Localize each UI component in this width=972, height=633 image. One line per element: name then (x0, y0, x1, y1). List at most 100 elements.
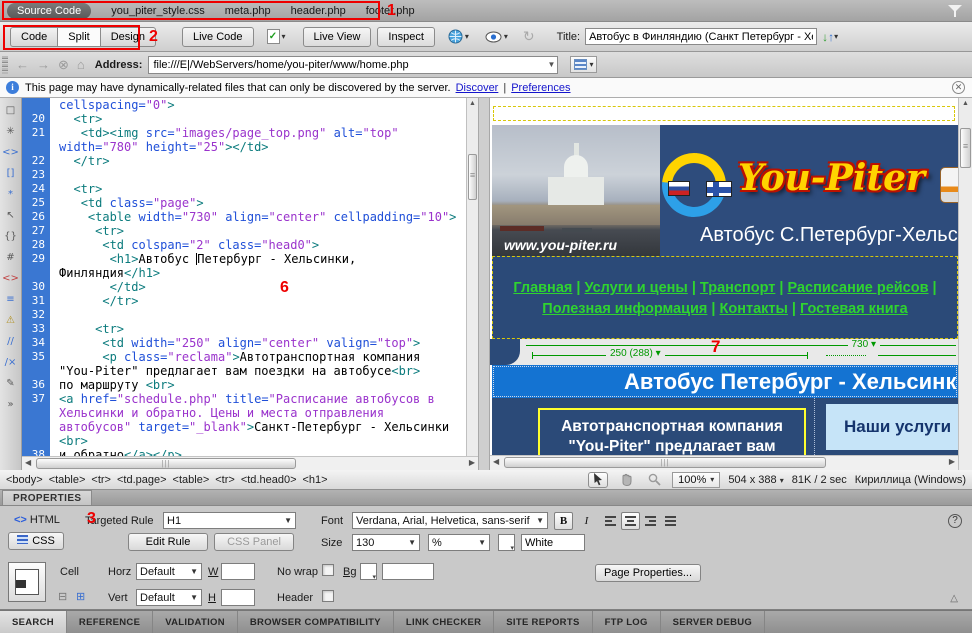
results-tab-site-reports[interactable]: SITE REPORTS (494, 611, 592, 633)
design-horizontal-scrollbar[interactable]: ◀ ▶ (490, 455, 958, 470)
code-line[interactable]: 38и обратно</a></p> (22, 448, 466, 456)
design-vertical-scrollbar[interactable]: ▲ (958, 98, 972, 470)
reclama-box[interactable]: Автотранспортная компания "You-Piter" пр… (538, 408, 806, 455)
results-tab-reference[interactable]: REFERENCE (67, 611, 153, 633)
code-line[interactable]: 27 <tr> (22, 224, 466, 238)
word-wrap-icon[interactable]: ≡ (2, 292, 20, 307)
scroll-up-icon[interactable]: ▲ (467, 100, 478, 107)
pane-splitter[interactable] (478, 98, 490, 470)
view-button-split[interactable]: Split (58, 27, 100, 47)
table-border-dashed[interactable] (493, 106, 955, 121)
collapse-panel-icon[interactable]: △ (950, 593, 958, 604)
syntax-error-alerts-icon[interactable]: ⚠ (2, 313, 20, 328)
line-numbers-icon[interactable]: # (2, 250, 20, 265)
code-line[interactable]: 34 <td width="250" align="center" valign… (22, 336, 466, 350)
live-view-button[interactable]: Live View (303, 27, 372, 47)
vert-dropdown[interactable]: Default▼ (136, 589, 202, 606)
align-left-icon[interactable] (601, 512, 620, 530)
code-vertical-scrollbar[interactable]: ▲ (466, 98, 478, 456)
site-nav-link[interactable]: Гостевая книга (800, 301, 908, 317)
bold-button[interactable]: B (554, 512, 573, 530)
format-code-icon[interactable]: ✎ (2, 376, 20, 391)
code-line[interactable]: 30 </td> (22, 280, 466, 294)
address-input[interactable] (148, 56, 558, 74)
css-mode-button[interactable]: CSS (8, 532, 64, 550)
zoom-level-dropdown[interactable]: 100%▾ (672, 472, 720, 488)
source-code-tab[interactable]: Source Code (7, 3, 91, 19)
code-editor[interactable]: cellspacing="0">20 <tr>21 <td><img src="… (22, 98, 466, 456)
view-button-design[interactable]: Design (101, 27, 156, 47)
page-h1-banner[interactable]: Автобус Петербург - Хельсинки (492, 365, 958, 398)
browser-options-icon[interactable]: ▾ (570, 56, 597, 73)
related-file-tab[interactable]: footer.php (366, 5, 415, 17)
css-panel-button[interactable]: CSS Panel (214, 533, 294, 551)
code-line[interactable]: 20 <tr> (22, 112, 466, 126)
bg-color-input[interactable] (382, 563, 434, 580)
window-size-dropdown[interactable]: 504 x 388 ▾ (728, 474, 783, 486)
horz-dropdown[interactable]: Default▼ (136, 563, 202, 580)
refresh-icon[interactable]: ↻ (523, 28, 535, 45)
scroll-right-icon[interactable]: ▶ (949, 457, 955, 466)
results-tab-browser-compatibility[interactable]: BROWSER COMPATIBILITY (238, 611, 394, 633)
bg-color-swatch[interactable]: ▾ (360, 563, 377, 580)
italic-button[interactable]: I (577, 512, 596, 530)
edit-rule-button[interactable]: Edit Rule (128, 533, 208, 551)
scroll-right-icon[interactable]: ▶ (469, 458, 475, 467)
align-center-icon[interactable] (621, 512, 640, 530)
scrollbar-thumb[interactable] (36, 458, 296, 469)
site-header-image[interactable]: www.you-piter.ru You-Piter Автобус С.Пет… (492, 125, 958, 256)
properties-tab[interactable]: PROPERTIES (2, 490, 92, 505)
design-view[interactable]: www.you-piter.ru You-Piter Автобус С.Пет… (490, 98, 958, 470)
tag-selector-item[interactable]: <tr> (215, 474, 235, 486)
merge-cells-icon[interactable]: ⊟ (58, 590, 67, 603)
targeted-rule-dropdown[interactable]: H1▼ (163, 512, 296, 529)
filter-related-files-icon[interactable] (948, 4, 962, 18)
scrollbar-thumb[interactable] (960, 128, 971, 168)
site-nav-link[interactable]: Главная (513, 280, 572, 296)
page-properties-button[interactable]: Page Properties... (595, 564, 701, 582)
justify-icon[interactable] (661, 512, 680, 530)
check-page-icon[interactable]: ✓▾ (264, 27, 289, 46)
text-color-swatch[interactable]: ▾ (498, 534, 515, 551)
scroll-up-icon[interactable]: ▲ (959, 100, 972, 107)
preferences-link[interactable]: Preferences (511, 82, 570, 94)
balance-braces-icon[interactable]: {} (2, 229, 20, 244)
code-horizontal-scrollbar[interactable]: ◀ ▶ (22, 456, 478, 470)
view-button-code[interactable]: Code (10, 27, 58, 47)
site-nav-link[interactable]: Расписание рейсов (787, 280, 928, 296)
table-width-menu[interactable]: 730 ▾ (848, 339, 881, 350)
code-line[interactable]: 29 <h1>Автобус Петербург - Хельсинки, Фи… (22, 252, 466, 280)
title-input[interactable] (585, 28, 817, 45)
chevron-down-icon[interactable]: ▼ (548, 60, 556, 69)
code-line[interactable]: 36по маршруту <br> (22, 378, 466, 392)
preview-in-browser-icon[interactable]: ▾ (445, 27, 472, 46)
stop-icon[interactable]: ⊗ (58, 57, 69, 73)
tag-selector-item[interactable]: <table> (49, 474, 86, 486)
code-line[interactable]: 23 (22, 168, 466, 182)
code-line[interactable]: 35 <p class="reclama">Автотранспортная к… (22, 350, 466, 378)
code-line[interactable]: 26 <table width="730" align="center" cel… (22, 210, 466, 224)
code-line[interactable]: 22 </tr> (22, 154, 466, 168)
collapse-full-tag-icon[interactable]: <> (2, 145, 20, 160)
site-nav-link[interactable]: Контакты (720, 301, 788, 317)
scroll-left-icon[interactable]: ◀ (25, 458, 31, 467)
collapse-selection-icon[interactable]: [] (2, 166, 20, 181)
results-tab-ftp-log[interactable]: FTP LOG (593, 611, 661, 633)
html-mode-button[interactable]: <> HTML (14, 514, 60, 526)
related-file-tab[interactable]: header.php (291, 5, 346, 17)
site-nav-link[interactable]: Услуги и цены (584, 280, 687, 296)
site-nav-link[interactable]: Полезная информация (542, 301, 707, 317)
discover-link[interactable]: Discover (456, 82, 499, 94)
back-icon[interactable]: ← (16, 57, 29, 72)
scrollbar-thumb[interactable] (504, 457, 826, 468)
nowrap-checkbox[interactable] (322, 564, 334, 576)
apply-comment-icon[interactable]: // (2, 334, 20, 349)
related-file-tab[interactable]: meta.php (225, 5, 271, 17)
tag-selector-item[interactable]: <table> (173, 474, 210, 486)
results-tab-search[interactable]: SEARCH (0, 611, 67, 633)
remove-comment-icon[interactable]: /× (2, 355, 20, 370)
align-right-icon[interactable] (641, 512, 660, 530)
code-line[interactable]: 21 <td><img src="images/page_top.png" al… (22, 126, 466, 154)
select-parent-tag-icon[interactable]: ↖ (2, 208, 20, 223)
code-line[interactable]: 25 <td class="page"> (22, 196, 466, 210)
